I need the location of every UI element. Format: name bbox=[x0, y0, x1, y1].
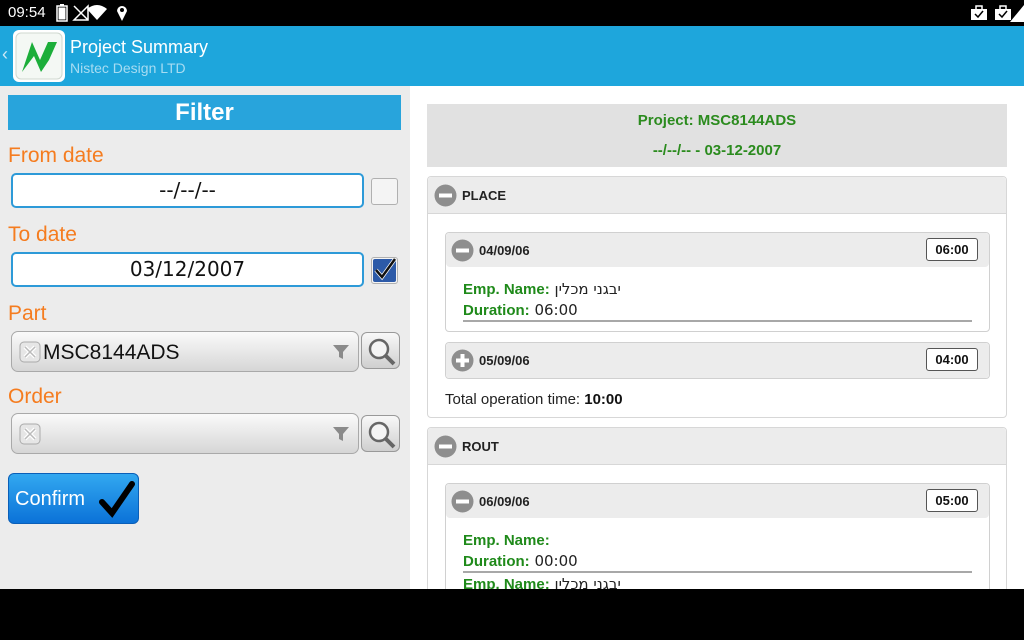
entry-divider bbox=[463, 320, 972, 322]
day-header[interactable]: 04/09/06 06:00 bbox=[446, 233, 989, 267]
duration-label: Duration: bbox=[463, 302, 530, 319]
group-title: ROUT bbox=[462, 439, 499, 454]
day-date: 06/09/06 bbox=[479, 494, 530, 509]
app-logo[interactable] bbox=[13, 30, 65, 82]
collapse-icon[interactable] bbox=[434, 184, 457, 207]
emp-name-label: Emp. Name: bbox=[463, 576, 550, 589]
checkmark-icon bbox=[99, 481, 135, 518]
part-search-button[interactable] bbox=[361, 332, 400, 369]
magnifier-icon bbox=[368, 421, 396, 449]
battery-icon bbox=[56, 4, 68, 22]
to-date-field[interactable]: 03/12/2007 bbox=[11, 252, 364, 287]
date-range-line: --/--/-- - 03-12-2007 bbox=[652, 142, 782, 159]
page-title: Project Summary bbox=[70, 37, 209, 57]
group-header[interactable]: ROUT bbox=[428, 428, 1006, 465]
duration-value: 00:00 bbox=[534, 552, 578, 570]
part-label: Part bbox=[8, 302, 47, 325]
company-subtitle: Nistec Design LTD bbox=[70, 60, 186, 76]
day-time-badge: 06:00 bbox=[926, 238, 978, 261]
checkmark-icon bbox=[373, 257, 397, 282]
day-time-badge: 04:00 bbox=[926, 348, 978, 371]
duration-value: 06:00 bbox=[534, 301, 578, 319]
order-label: Order bbox=[8, 385, 62, 408]
from-date-label: From date bbox=[8, 144, 104, 167]
emp-name-label: Emp. Name: bbox=[463, 281, 550, 298]
confirm-label: Confirm bbox=[15, 488, 86, 510]
action-bar: ‹ Project Summary Nistec Design LTD bbox=[0, 26, 1024, 86]
status-bar: 09:54 bbox=[0, 0, 1024, 26]
confirm-button[interactable]: Confirm bbox=[8, 473, 139, 524]
operation-group-place: PLACE 04/09/06 06:00 Emp. Name: יבגני מכ… bbox=[427, 176, 1007, 418]
magnifier-icon bbox=[368, 338, 396, 366]
day-date: 05/09/06 bbox=[479, 353, 530, 368]
emp-name-line: Emp. Name: bbox=[463, 531, 550, 549]
clear-icon[interactable] bbox=[19, 341, 41, 363]
project-header: Project: MSC8144ADS --/--/-- - 03-12-200… bbox=[427, 104, 1007, 167]
order-combobox[interactable] bbox=[11, 413, 359, 454]
expand-icon[interactable] bbox=[451, 349, 474, 372]
to-date-checkbox[interactable] bbox=[371, 257, 398, 284]
wifi-icon bbox=[87, 5, 107, 20]
day-row: 05/09/06 04:00 bbox=[445, 342, 990, 379]
total-label: Total operation time: bbox=[445, 391, 581, 408]
to-date-label: To date bbox=[8, 223, 77, 246]
from-date-field[interactable]: --/--/-- bbox=[11, 173, 364, 208]
part-value: MSC8144ADS bbox=[43, 341, 180, 364]
filter-funnel-icon bbox=[333, 345, 349, 359]
filter-panel: Filter From date --/--/-- To date 03/12/… bbox=[0, 86, 410, 589]
briefcase-icon bbox=[971, 5, 987, 20]
back-chevron-icon[interactable]: ‹ bbox=[2, 44, 8, 65]
day-date: 04/09/06 bbox=[479, 243, 530, 258]
collapse-icon[interactable] bbox=[434, 435, 457, 458]
order-search-button[interactable] bbox=[361, 415, 400, 452]
emp-name-label: Emp. Name: bbox=[463, 532, 550, 549]
group-header[interactable]: PLACE bbox=[428, 177, 1006, 214]
collapse-icon[interactable] bbox=[451, 239, 474, 262]
signal-icon bbox=[1010, 5, 1024, 22]
part-combobox[interactable]: MSC8144ADS bbox=[11, 331, 359, 372]
summary-panel[interactable]: Project: MSC8144ADS --/--/-- - 03-12-200… bbox=[410, 86, 1024, 589]
emp-name-value: יבגני מכלין bbox=[554, 575, 621, 589]
duration-line: Duration: 06:00 bbox=[463, 301, 578, 319]
collapse-icon[interactable] bbox=[451, 490, 474, 513]
status-time: 09:54 bbox=[8, 4, 46, 21]
day-header[interactable]: 05/09/06 04:00 bbox=[446, 343, 989, 378]
filter-header: Filter bbox=[8, 95, 401, 130]
app-screen: 09:54 ‹ Project Summary Nistec Design LT… bbox=[0, 0, 1024, 640]
day-row: 06/09/06 05:00 Emp. Name: Duration: 00:0… bbox=[445, 483, 990, 589]
duration-label: Duration: bbox=[463, 553, 530, 570]
navigation-bar bbox=[0, 589, 1024, 640]
total-operation-time: Total operation time: 10:00 bbox=[445, 391, 623, 408]
emp-name-value: יבגני מכלין bbox=[554, 280, 621, 298]
location-icon bbox=[117, 6, 127, 21]
nistec-logo-icon bbox=[15, 32, 63, 80]
emp-name-line: Emp. Name: יבגני מכלין bbox=[463, 280, 621, 298]
duration-line: Duration: 00:00 bbox=[463, 552, 578, 570]
from-date-checkbox[interactable] bbox=[371, 178, 398, 205]
operation-group-rout: ROUT 06/09/06 05:00 Emp. Name: Duration:… bbox=[427, 427, 1007, 589]
day-row: 04/09/06 06:00 Emp. Name: יבגני מכלין Du… bbox=[445, 232, 990, 332]
emp-name-line: Emp. Name: יבגני מכלין bbox=[463, 575, 621, 589]
project-line: Project: MSC8144ADS bbox=[637, 112, 797, 129]
clear-icon[interactable] bbox=[19, 423, 41, 445]
filter-funnel-icon bbox=[333, 427, 349, 441]
entry-divider bbox=[463, 571, 972, 573]
day-header[interactable]: 06/09/06 05:00 bbox=[446, 484, 989, 518]
day-time-badge: 05:00 bbox=[926, 489, 978, 512]
group-title: PLACE bbox=[462, 188, 507, 203]
total-value: 10:00 bbox=[584, 391, 623, 408]
